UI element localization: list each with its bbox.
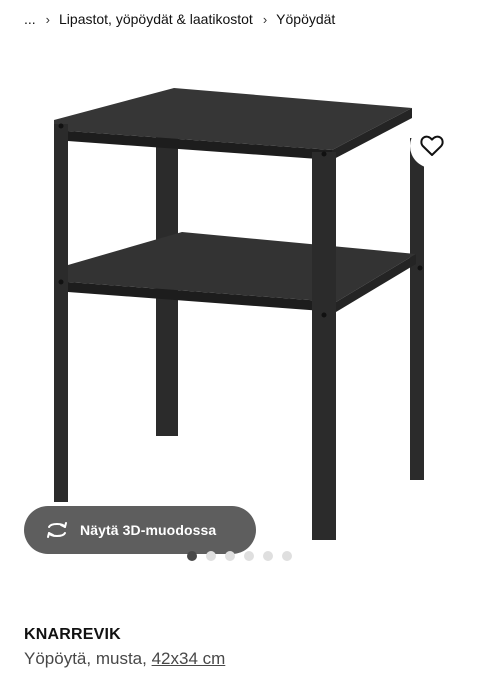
view-3d-label: Näytä 3D-muodossa <box>80 522 217 538</box>
product-info: KNARREVIK Yöpöytä, musta, 42x34 cm <box>24 625 225 670</box>
product-image[interactable] <box>40 60 440 540</box>
view-3d-button[interactable]: Näytä 3D-muodossa <box>24 506 256 554</box>
carousel-dot[interactable] <box>244 551 254 561</box>
carousel-dot[interactable] <box>263 551 273 561</box>
breadcrumb-link-category[interactable]: Lipastot, yöpöydät & laatikostot <box>59 11 253 27</box>
carousel-dot[interactable] <box>187 551 197 561</box>
nightstand-illustration <box>54 88 424 540</box>
carousel-dot[interactable] <box>206 551 216 561</box>
breadcrumb-ellipsis[interactable]: ... <box>24 11 36 27</box>
front-left-leg <box>54 124 68 502</box>
back-right-leg <box>410 138 424 480</box>
product-size-link[interactable]: 42x34 cm <box>152 649 226 668</box>
front-right-leg <box>312 152 336 540</box>
rotate-3d-icon <box>47 522 67 538</box>
product-type: Yöpöytä, musta, <box>24 649 147 668</box>
heart-icon <box>420 135 444 156</box>
breadcrumb: ... › Lipastot, yöpöydät & laatikostot ›… <box>24 9 335 29</box>
breadcrumb-link-subcategory[interactable]: Yöpöydät <box>276 11 335 27</box>
product-description: Yöpöytä, musta, 42x34 cm <box>24 648 225 670</box>
chevron-right-icon: › <box>262 11 268 27</box>
product-gallery: Näytä 3D-muodossa <box>0 40 480 554</box>
chevron-right-icon: › <box>45 11 51 27</box>
product-name: KNARREVIK <box>24 626 121 643</box>
carousel-indicator <box>187 551 292 561</box>
carousel-dot[interactable] <box>282 551 292 561</box>
favorite-button[interactable] <box>410 124 454 168</box>
carousel-dot[interactable] <box>225 551 235 561</box>
